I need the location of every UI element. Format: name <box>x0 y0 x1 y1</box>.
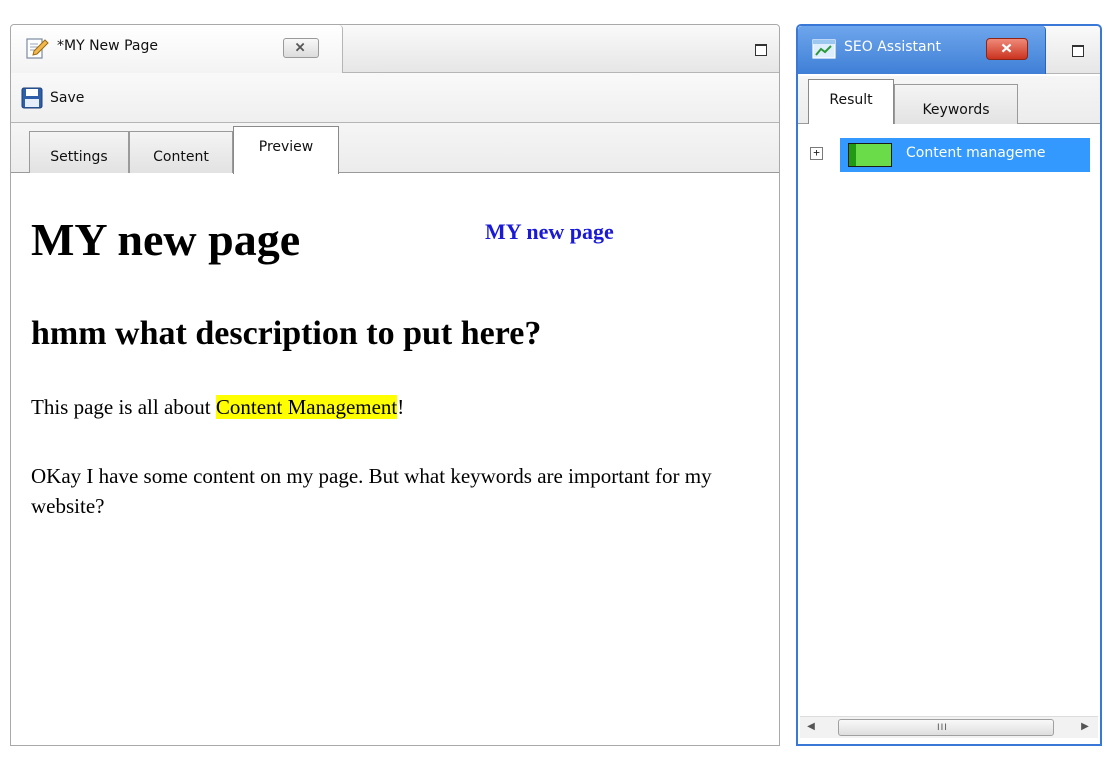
tab-keywords-label: Keywords <box>922 101 990 118</box>
close-tab-button[interactable] <box>283 38 319 58</box>
preview-pane: MY new page MY new page hmm what descrip… <box>11 175 779 745</box>
tab-result[interactable]: Result <box>808 79 894 127</box>
seo-subtabs: Result Keywords <box>798 76 1100 127</box>
close-red-icon <box>1001 43 1012 53</box>
tab-content[interactable]: Content <box>129 131 233 173</box>
scrollbar-thumb[interactable]: III <box>838 719 1054 736</box>
tab-content-label: Content <box>153 148 209 165</box>
tree-node-label: Content manageme <box>906 145 1046 161</box>
seo-assistant-tab[interactable]: SEO Assistant <box>798 26 1046 74</box>
maximize-icon[interactable] <box>755 44 767 56</box>
close-icon <box>295 42 305 52</box>
preview-paragraph-2: OKay I have some content on my page. But… <box>31 464 712 518</box>
editor-toolbar: Save <box>11 73 779 123</box>
preview-subheading: hmm what description to put here? <box>31 315 542 352</box>
save-label: Save <box>50 90 85 106</box>
seo-assistant-pane: SEO Assistant Result Keywords + Content … <box>796 24 1102 746</box>
keyword-score-bar <box>848 143 892 167</box>
save-button[interactable]: Save <box>17 85 88 111</box>
editor-subtabs: Settings Content Preview <box>11 123 779 174</box>
tab-preview-label: Preview <box>258 139 314 155</box>
editor-document-tab[interactable]: *MY New Page <box>11 25 343 73</box>
editor-pane: *MY New Page Save Settings Content Previ… <box>10 24 780 746</box>
tab-keywords[interactable]: Keywords <box>894 84 1018 126</box>
preview-paragraph-1: This page is all about Content Managemen… <box>31 395 404 420</box>
scroll-left-arrow-icon[interactable]: ◀ <box>804 720 818 734</box>
seo-app-icon <box>812 39 836 59</box>
tab-result-label: Result <box>829 92 873 108</box>
close-seo-button[interactable] <box>986 38 1028 60</box>
keyword-highlight: Content Management <box>215 395 398 419</box>
paragraph-1-end: ! <box>397 395 405 419</box>
scrollbar-grip: III <box>937 723 948 733</box>
paragraph-1-text: This page is all about <box>31 395 216 419</box>
seo-tab-title: SEO Assistant <box>844 39 941 55</box>
editor-tab-title: *MY New Page <box>57 38 158 54</box>
score-edge <box>849 144 856 166</box>
document-edit-icon <box>26 38 49 59</box>
save-disk-icon <box>21 87 43 109</box>
editor-tabstrip: *MY New Page <box>11 25 779 73</box>
result-tree: + Content manageme <box>798 124 1100 704</box>
seo-tabstrip: SEO Assistant <box>798 26 1100 74</box>
tab-settings-label: Settings <box>50 148 108 165</box>
scroll-right-arrow-icon[interactable]: ▶ <box>1078 720 1092 734</box>
tab-settings[interactable]: Settings <box>29 131 129 173</box>
preview-title-link[interactable]: MY new page <box>485 219 614 245</box>
expand-plus-icon[interactable]: + <box>810 147 823 160</box>
horizontal-scrollbar[interactable]: ◀ III ▶ <box>800 716 1098 738</box>
preview-heading: MY new page <box>31 214 301 265</box>
seo-maximize-icon[interactable] <box>1072 45 1084 57</box>
tree-node[interactable]: + Content manageme <box>810 138 1094 172</box>
tab-preview[interactable]: Preview <box>233 126 339 174</box>
